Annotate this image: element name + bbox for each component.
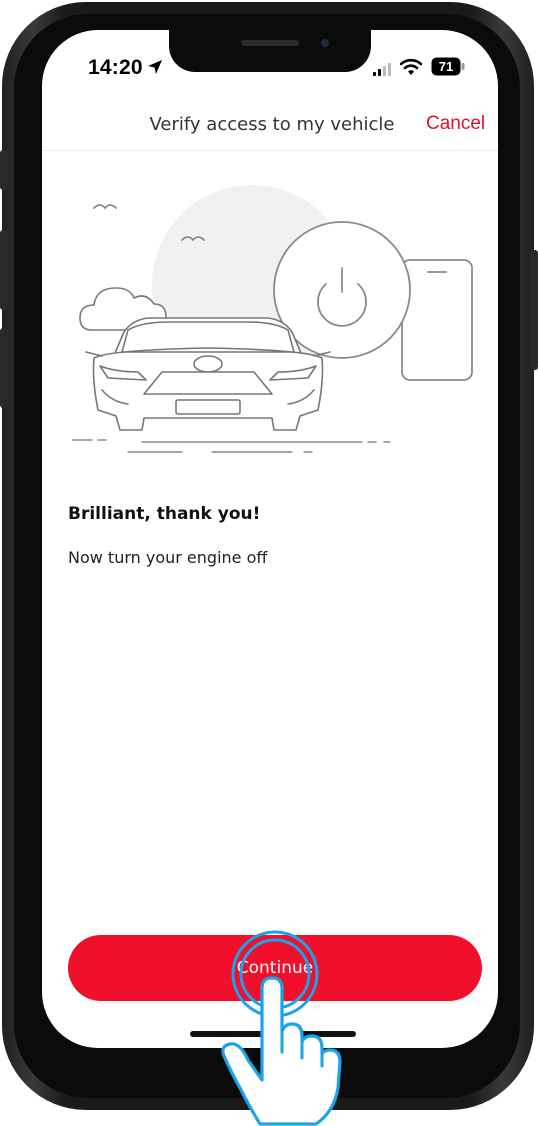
location-arrow-icon bbox=[148, 60, 162, 74]
battery-level: 71 bbox=[438, 59, 454, 74]
status-time: 14:20 bbox=[88, 56, 143, 79]
confirmation-heading: Brilliant, thank you! bbox=[68, 504, 261, 524]
page-title: Verify access to my vehicle bbox=[149, 114, 395, 135]
vehicle-illustration bbox=[72, 185, 473, 453]
signal-icon bbox=[373, 63, 391, 76]
wifi-icon bbox=[400, 58, 422, 75]
app-screen: 14:20 71 Verify access to my vehicle Can… bbox=[42, 30, 498, 1048]
earpiece-speaker bbox=[241, 40, 299, 46]
ground-lines bbox=[72, 439, 391, 453]
volume-down-button bbox=[0, 328, 8, 408]
continue-button[interactable]: Continue bbox=[68, 935, 482, 1001]
continue-button-label: Continue bbox=[236, 958, 314, 978]
notch bbox=[169, 30, 371, 72]
bird-icon bbox=[93, 204, 117, 210]
mute-switch bbox=[0, 150, 8, 190]
cancel-button[interactable]: Cancel bbox=[426, 113, 485, 135]
phone-icon bbox=[401, 259, 473, 381]
car-icon bbox=[85, 317, 331, 431]
front-camera bbox=[321, 39, 329, 47]
instruction-text: Now turn your engine off bbox=[68, 548, 268, 567]
home-indicator bbox=[190, 1031, 356, 1037]
nav-divider bbox=[42, 150, 498, 151]
power-side-button bbox=[530, 250, 538, 370]
volume-up-button bbox=[0, 230, 8, 310]
